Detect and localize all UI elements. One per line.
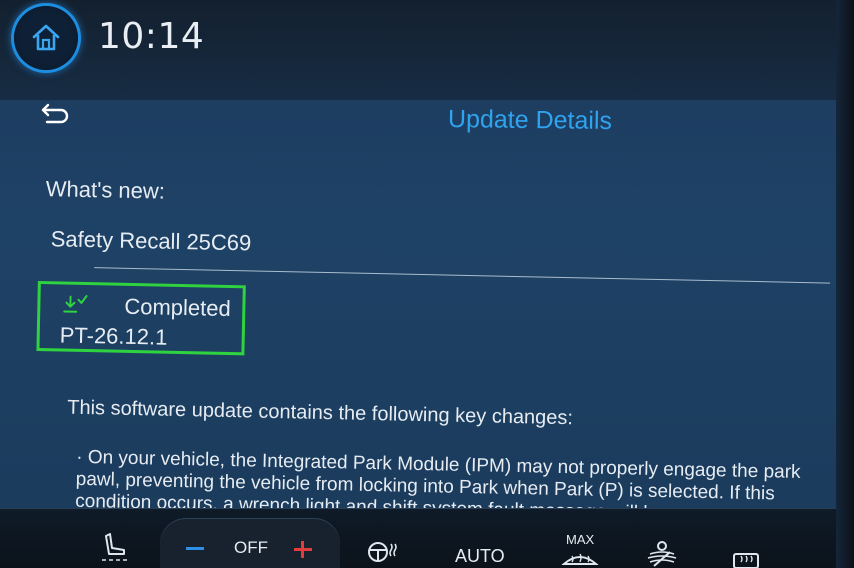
auto-climate-button[interactable]: AUTO — [455, 546, 505, 567]
rear-defrost-icon[interactable] — [730, 550, 762, 568]
seat-heat-icon[interactable] — [98, 530, 132, 566]
software-version: PT-26.12.1 — [59, 322, 168, 350]
divider — [94, 267, 831, 284]
infotainment-screen: 10:14 Update Details What's new: Safety … — [0, 0, 854, 568]
plus-icon-vertical — [301, 541, 304, 558]
status-highlight-box: Completed PT-26.12.1 — [36, 280, 246, 356]
screen-bezel — [836, 0, 854, 568]
download-complete-icon — [63, 295, 88, 313]
steering-wheel-heat-icon[interactable] — [366, 538, 400, 564]
temperature-label: OFF — [234, 538, 268, 557]
max-defrost-icon[interactable] — [560, 548, 600, 568]
update-details-content: What's new: Safety Recall 25C69 Complete… — [0, 0, 854, 568]
fan-icon[interactable] — [644, 538, 680, 568]
update-name: Safety Recall 25C69 — [50, 226, 252, 256]
update-intro-text: This software update contains the follow… — [67, 396, 574, 430]
update-status: Completed — [124, 293, 232, 322]
max-defrost-label: MAX — [566, 532, 595, 547]
whats-new-label: What's new: — [45, 176, 166, 204]
minus-icon[interactable] — [186, 547, 204, 550]
